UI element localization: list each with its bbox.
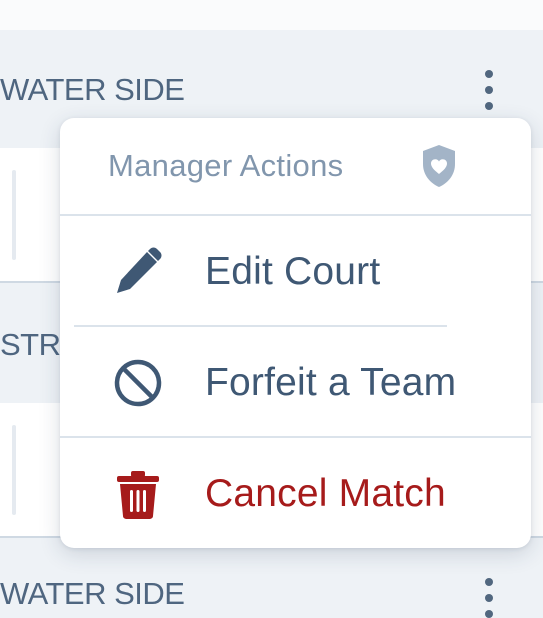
section-label: WATER SIDE xyxy=(0,576,185,611)
trash-icon xyxy=(110,466,166,522)
edit-court-label: Edit Court xyxy=(205,250,381,293)
shield-heart-icon xyxy=(420,143,458,194)
top-app-bar xyxy=(0,0,543,30)
drag-handle xyxy=(12,170,16,260)
manager-actions-menu: Manager Actions Edit Court Forfeit a Tea… xyxy=(60,118,531,548)
prohibited-icon xyxy=(110,355,166,411)
more-options-icon[interactable] xyxy=(483,70,495,110)
edit-court-item[interactable]: Edit Court xyxy=(60,216,531,326)
menu-header: Manager Actions xyxy=(60,118,531,214)
cancel-match-item[interactable]: Cancel Match xyxy=(60,438,531,548)
drag-handle xyxy=(12,425,16,515)
pencil-icon xyxy=(110,244,166,300)
section-header: WATER SIDE xyxy=(0,538,543,618)
section-label: WATER SIDE xyxy=(0,72,185,107)
cancel-match-label: Cancel Match xyxy=(205,472,446,515)
forfeit-team-label: Forfeit a Team xyxy=(205,361,457,404)
forfeit-team-item[interactable]: Forfeit a Team xyxy=(60,327,531,437)
section-label: STR xyxy=(0,327,61,362)
more-options-icon[interactable] xyxy=(483,578,495,618)
menu-title: Manager Actions xyxy=(108,148,344,183)
